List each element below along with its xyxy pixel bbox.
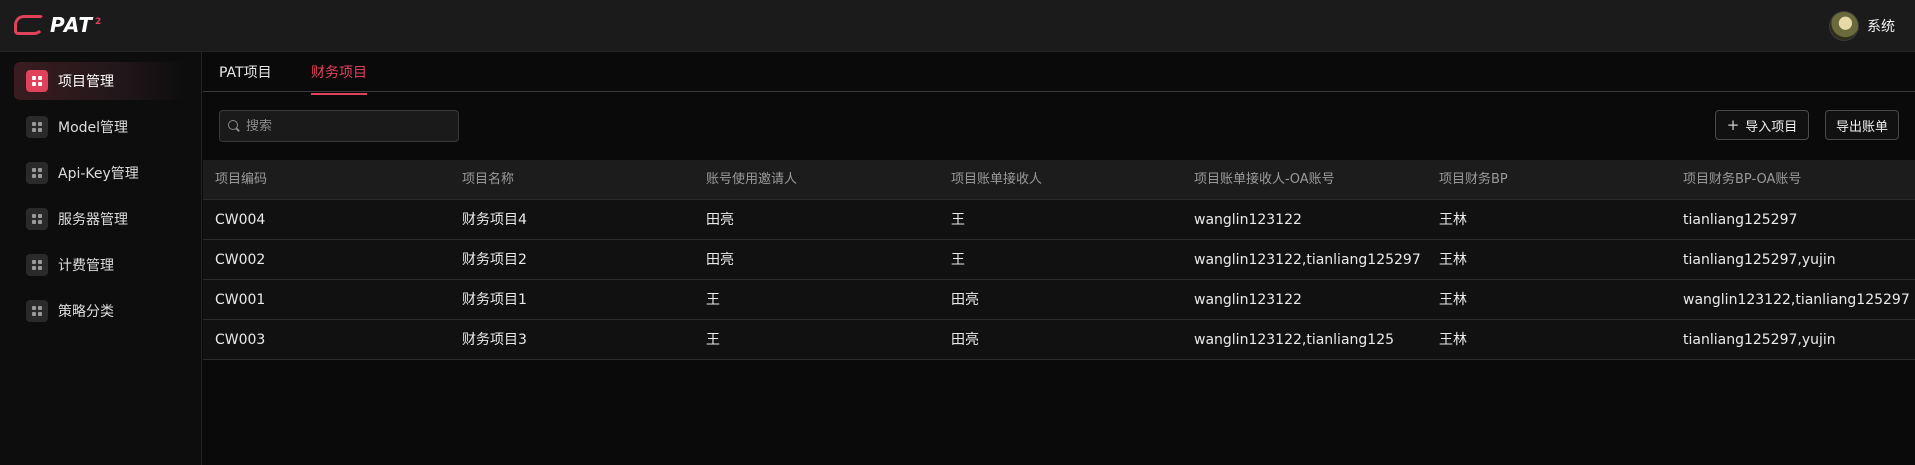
tab-finance-projects[interactable]: 财务项目 <box>311 62 367 95</box>
column-header: 项目账单接收人 <box>951 172 1043 187</box>
grid-icon <box>26 208 48 230</box>
table-cell: CW001 <box>215 292 266 308</box>
table-row[interactable]: CW002 财务项目2 田亮 王 wanglin123122,tianliang… <box>203 240 1915 280</box>
table-cell: 王林 <box>1439 292 1467 308</box>
user-name[interactable]: 系统 <box>1867 16 1895 36</box>
table-cell: 田亮 <box>706 212 734 228</box>
table-cell: 王 <box>951 212 965 228</box>
sidebar-item-model-management[interactable]: Model管理 <box>14 108 186 146</box>
main-content: PAT项目 财务项目 + 导入项目 导出账单 项目编码 项目名称 账号使用邀请人… <box>203 52 1915 465</box>
grid-icon <box>26 162 48 184</box>
sidebar: 项目管理 Model管理 Api-Key管理 服务器管理 计费管理 策略分类 <box>0 52 202 465</box>
table-cell: tianliang125297,yujin <box>1683 252 1836 268</box>
table-cell: 王林 <box>1439 212 1467 228</box>
table-cell: tianliang125297 <box>1683 212 1798 228</box>
table-cell: 田亮 <box>951 292 979 308</box>
column-header: 账号使用邀请人 <box>706 172 798 187</box>
pat-logo-icon <box>14 15 44 35</box>
tab-bar: PAT项目 财务项目 <box>203 52 1915 95</box>
sidebar-item-project-management[interactable]: 项目管理 <box>14 62 186 100</box>
sidebar-item-apikey-management[interactable]: Api-Key管理 <box>14 154 186 192</box>
tab-pat-projects[interactable]: PAT项目 <box>219 62 272 93</box>
grid-icon <box>26 300 48 322</box>
export-bill-label: 导出账单 <box>1836 119 1889 135</box>
grid-icon <box>26 70 48 92</box>
table-cell: 财务项目3 <box>462 332 527 348</box>
table-cell: wanglin123122,tianliang125 <box>1194 332 1395 348</box>
finance-project-table: 项目编码 项目名称 账号使用邀请人 项目账单接收人 项目账单接收人-OA账号 项… <box>203 160 1915 360</box>
table-cell: 田亮 <box>951 332 979 348</box>
table-cell: 王 <box>951 252 965 268</box>
logo-superscript: 2 <box>95 17 103 28</box>
table-cell: 王林 <box>1439 252 1467 268</box>
sidebar-item-label: Api-Key管理 <box>58 166 139 182</box>
table-cell: wanglin123122,tianliang125297 <box>1683 292 1910 308</box>
grid-icon <box>26 254 48 276</box>
sidebar-item-label: Model管理 <box>58 120 129 136</box>
logo-text: PAT <box>50 13 94 37</box>
column-header: 项目名称 <box>462 172 515 187</box>
table-cell: wanglin123122 <box>1194 292 1302 308</box>
import-project-button[interactable]: + 导入项目 <box>1715 110 1809 140</box>
table-cell: CW002 <box>215 252 266 268</box>
search-icon <box>228 120 240 132</box>
table-row[interactable]: CW004 财务项目4 田亮 王 wanglin123122 王林 tianli… <box>203 200 1915 240</box>
sidebar-item-label: 策略分类 <box>58 304 114 320</box>
plus-icon: + <box>1726 115 1740 134</box>
search-box[interactable] <box>219 110 459 142</box>
table-cell: tianliang125297,yujin <box>1683 332 1836 348</box>
table-row[interactable]: CW003 财务项目3 王 田亮 wanglin123122,tianliang… <box>203 320 1915 360</box>
import-project-label: 导入项目 <box>1745 119 1798 135</box>
column-header: 项目账单接收人-OA账号 <box>1194 172 1335 187</box>
table-cell: CW004 <box>215 212 266 228</box>
sidebar-item-server-management[interactable]: 服务器管理 <box>14 200 186 238</box>
table-cell: 财务项目4 <box>462 212 527 228</box>
sidebar-item-label: 计费管理 <box>58 258 114 274</box>
table-cell: 财务项目1 <box>462 292 527 308</box>
sidebar-item-label: 项目管理 <box>58 74 114 90</box>
table-header: 项目编码 项目名称 账号使用邀请人 项目账单接收人 项目账单接收人-OA账号 项… <box>203 160 1915 200</box>
user-menu[interactable]: 系统 <box>1829 10 1895 42</box>
table-cell: CW003 <box>215 332 266 348</box>
table-row[interactable]: CW001 财务项目1 王 田亮 wanglin123122 王林 wangli… <box>203 280 1915 320</box>
grid-icon <box>26 116 48 138</box>
export-bill-button[interactable]: 导出账单 <box>1825 110 1899 140</box>
table-cell: 王林 <box>1439 332 1467 348</box>
avatar[interactable] <box>1829 11 1859 41</box>
sidebar-item-label: 服务器管理 <box>58 212 128 228</box>
table-cell: wanglin123122,tianliang125297 <box>1194 252 1421 268</box>
app-logo[interactable]: PAT 2 <box>14 12 102 38</box>
table-cell: 财务项目2 <box>462 252 527 268</box>
sidebar-item-billing-management[interactable]: 计费管理 <box>14 246 186 284</box>
table-cell: wanglin123122 <box>1194 212 1302 228</box>
sidebar-item-policy-category[interactable]: 策略分类 <box>14 292 186 330</box>
table-cell: 王 <box>706 292 720 308</box>
search-input[interactable] <box>246 118 446 134</box>
column-header: 项目编码 <box>215 172 268 187</box>
table-cell: 田亮 <box>706 252 734 268</box>
table-cell: 王 <box>706 332 720 348</box>
column-header: 项目财务BP-OA账号 <box>1683 172 1802 187</box>
column-header: 项目财务BP <box>1439 172 1508 187</box>
top-bar: PAT 2 系统 <box>0 0 1915 52</box>
